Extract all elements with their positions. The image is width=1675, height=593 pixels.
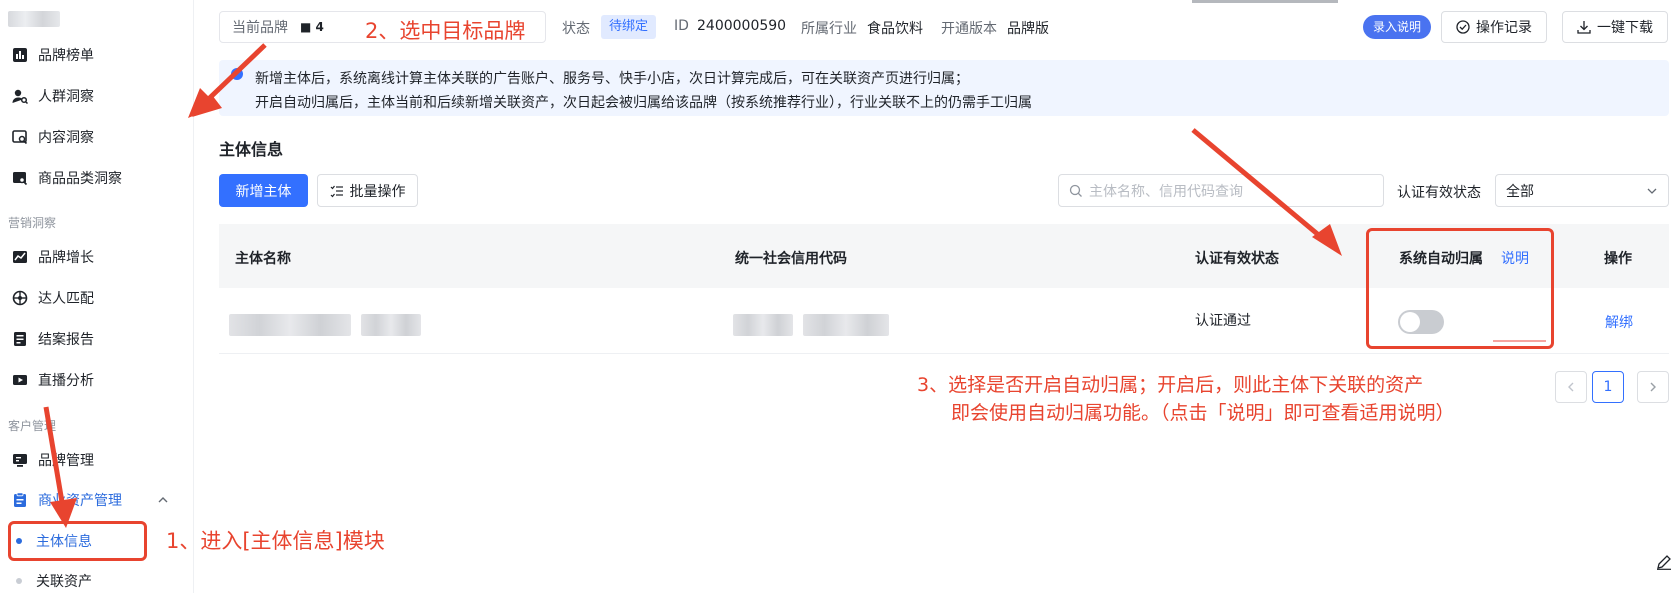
pagination-page-1[interactable]: 1	[1592, 371, 1624, 403]
report-icon	[12, 331, 28, 347]
sidebar-item-content-insight[interactable]: 内容洞察	[12, 124, 94, 150]
info-icon	[231, 68, 243, 80]
brand-value: ■ 4	[300, 20, 324, 34]
industry-value: 食品饮料	[867, 21, 923, 37]
sidebar-item-label: 品牌管理	[38, 453, 94, 469]
operation-log-button[interactable]: 操作记录	[1441, 11, 1547, 43]
redacted-subject-name-2	[361, 314, 421, 336]
column-header-credit-code: 统一社会信用代码	[735, 251, 847, 267]
check-circle-icon	[1456, 20, 1470, 34]
sidebar-item-brand-ranking[interactable]: 品牌榜单	[12, 42, 94, 68]
annotation-step-1: 1、进入[主体信息]模块	[166, 529, 385, 553]
version-label: 开通版本	[941, 21, 997, 37]
id-label: ID	[674, 18, 689, 34]
sidebar-item-final-report[interactable]: 结案报告	[12, 326, 94, 352]
bar-chart-icon	[12, 47, 28, 63]
content-search-icon	[12, 129, 28, 145]
sidebar-subitem-label: 关联资产	[36, 574, 92, 590]
chevron-up-icon[interactable]	[157, 494, 169, 506]
notice-line-1: 新增主体后，系统离线计算主体关联的广告账户、服务号、快手小店，次日计算完成后，可…	[255, 71, 969, 87]
sidebar-item-label: 内容洞察	[38, 130, 94, 146]
logo	[8, 11, 60, 27]
sidebar-item-label: 结案报告	[38, 332, 94, 348]
sidebar-item-product-category-insight[interactable]: 商品品类洞察	[12, 165, 122, 191]
trend-icon	[12, 249, 28, 265]
sidebar-item-audience-insight[interactable]: 人群洞察	[12, 83, 94, 109]
batch-operation-button[interactable]: 批量操作	[317, 174, 418, 207]
sidebar-item-label: 商品品类洞察	[38, 171, 122, 187]
scroll-indicator	[1192, 0, 1338, 3]
sidebar-item-business-asset-management[interactable]: 商业资产管理	[12, 487, 122, 513]
clipboard-icon	[12, 492, 28, 508]
industry-label: 所属行业	[801, 21, 857, 37]
video-icon	[12, 372, 28, 388]
chevron-left-icon	[1568, 382, 1574, 392]
annotation-step-2: 2、选中目标品牌	[365, 19, 526, 43]
product-search-icon	[12, 170, 28, 186]
sidebar-item-kol-match[interactable]: 达人匹配	[12, 285, 94, 311]
batch-operation-label: 批量操作	[349, 183, 406, 200]
cert-status-select[interactable]: 全部	[1495, 174, 1669, 207]
search-placeholder: 主体名称、信用代码查询	[1089, 183, 1243, 200]
annotation-step-3-line-2: 即会使用自动归属功能。（点击「说明」即可查看适用说明）	[951, 402, 1455, 424]
download-label: 一键下载	[1597, 20, 1653, 36]
sidebar-item-live-analysis[interactable]: 直播分析	[12, 367, 94, 393]
id-value: 2400000590	[697, 18, 787, 34]
info-notice: 新增主体后，系统离线计算主体关联的广告账户、服务号、快手小店，次日计算完成后，可…	[219, 60, 1669, 116]
annotation-box-subject-info	[8, 521, 147, 561]
cert-status-select-value: 全部	[1506, 183, 1534, 200]
target-icon	[12, 290, 28, 306]
sidebar-item-label: 品牌榜单	[38, 48, 94, 64]
monitor-icon	[12, 452, 28, 468]
input-instructions-button[interactable]: 录入说明	[1363, 15, 1432, 39]
redacted-credit-code	[733, 314, 793, 336]
sidebar-item-brand-management[interactable]: 品牌管理	[12, 447, 94, 473]
list-check-icon	[330, 185, 343, 197]
sidebar: 品牌榜单 人群洞察 内容洞察 商品品类洞察 营销洞察 品牌增长 达人匹配 结案报…	[0, 0, 194, 593]
operation-log-label: 操作记录	[1476, 20, 1532, 36]
sidebar-subitem-linked-assets[interactable]: 关联资产	[16, 568, 92, 593]
version-value: 品牌版	[1007, 21, 1049, 37]
bullet-dot-icon	[16, 578, 22, 584]
chevron-down-icon	[1647, 188, 1657, 194]
pen-icon[interactable]	[1656, 554, 1672, 570]
sidebar-item-label: 人群洞察	[38, 89, 94, 105]
redacted-subject-name	[229, 314, 351, 336]
pagination-next-button[interactable]	[1637, 371, 1669, 403]
status-label: 状态	[562, 21, 590, 37]
annotation-step-3-line-1: 3、选择是否开启自动归属；开启后，则此主体下关联的资产	[917, 374, 1424, 396]
download-icon	[1577, 21, 1591, 34]
column-header-actions: 操作	[1604, 251, 1632, 267]
cert-status-value: 认证通过	[1195, 313, 1251, 329]
unbind-link[interactable]: 解绑	[1605, 312, 1633, 332]
nav-group-marketing: 营销洞察	[8, 216, 57, 230]
brand-label: 当前品牌	[232, 20, 288, 36]
status-badge: 待绑定	[601, 15, 657, 39]
add-subject-button[interactable]: 新增主体	[219, 174, 308, 207]
notice-line-2: 开启自动归属后，主体当前和后续新增关联资产，次日起会被归属给该品牌（按系统推荐行…	[255, 95, 1032, 111]
search-input[interactable]: 主体名称、信用代码查询	[1058, 174, 1384, 207]
sidebar-item-brand-growth[interactable]: 品牌增长	[12, 244, 94, 270]
user-search-icon	[12, 88, 28, 104]
search-icon	[1069, 184, 1082, 197]
cert-status-filter-label: 认证有效状态	[1397, 185, 1481, 201]
annotation-box-auto-assign	[1366, 228, 1554, 349]
sidebar-item-label: 直播分析	[38, 373, 94, 389]
column-header-cert-status: 认证有效状态	[1195, 251, 1279, 267]
annotation-underline	[1493, 340, 1546, 342]
pagination-prev-button[interactable]	[1555, 371, 1587, 403]
redacted-credit-code-2	[803, 314, 889, 336]
sidebar-item-label: 品牌增长	[38, 250, 94, 266]
download-button[interactable]: 一键下载	[1562, 11, 1668, 43]
chevron-right-icon	[1650, 382, 1656, 392]
column-header-subject-name: 主体名称	[235, 251, 291, 267]
section-title: 主体信息	[219, 140, 284, 159]
nav-group-customer: 客户管理	[8, 419, 57, 433]
sidebar-item-label: 达人匹配	[38, 291, 94, 307]
sidebar-item-label: 商业资产管理	[38, 493, 122, 509]
